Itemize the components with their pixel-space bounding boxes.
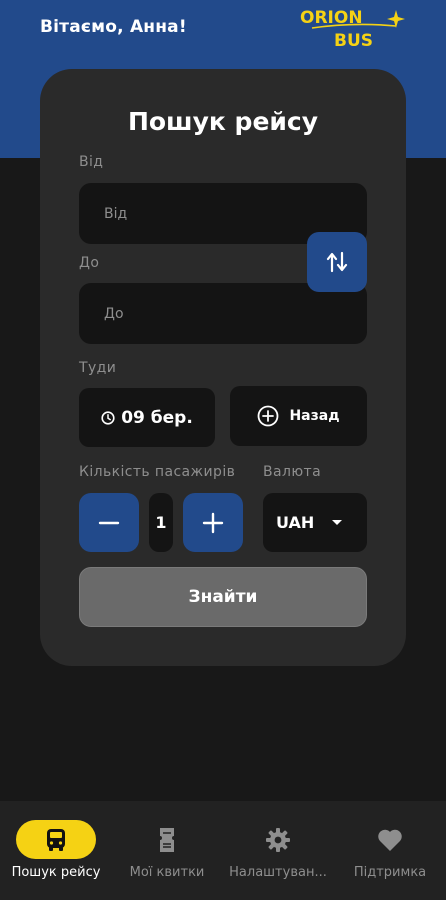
nav-item-support[interactable]: Підтримка (334, 801, 446, 900)
svg-text:BUS: BUS (334, 31, 373, 50)
plus-icon (202, 512, 224, 533)
currency-value: UAH (276, 513, 315, 532)
nav-item-settings[interactable]: Налаштуван... (222, 801, 334, 900)
depart-date-button[interactable]: 09 бер. (79, 388, 215, 447)
depart-date-value: 09 бер. (121, 407, 193, 428)
nav-label-search: Пошук рейсу (11, 865, 101, 880)
increase-passengers-button[interactable] (183, 493, 243, 552)
from-label: Від (79, 154, 104, 170)
nav-active-indicator (16, 820, 96, 859)
depart-label: Туди (79, 360, 117, 376)
nav-label-tickets: Мої квитки (129, 865, 205, 880)
passengers-count: 1 (149, 493, 173, 552)
nav-item-search[interactable]: Пошук рейсу (0, 801, 112, 900)
to-label: До (79, 255, 100, 271)
decrease-passengers-button[interactable] (79, 493, 139, 552)
nav-label-settings: Налаштуван... (229, 865, 327, 880)
find-button[interactable]: Знайти (79, 567, 367, 627)
search-card: Пошук рейсу Від До Туди 09 бер. Назад (40, 69, 406, 666)
return-label: Назад (289, 408, 340, 424)
swap-icon (326, 251, 348, 273)
gear-icon (266, 828, 290, 852)
bottom-navigation: Пошук рейсу Мої квитки Налаштуван... Під… (0, 801, 446, 900)
swap-locations-button[interactable] (307, 232, 367, 292)
tickets-icon (160, 828, 174, 852)
minus-icon (98, 521, 120, 524)
currency-select[interactable]: UAH (263, 493, 367, 552)
search-title: Пошук рейсу (127, 107, 319, 136)
greeting-text: Вітаємо, Анна! (40, 17, 187, 37)
add-circle-icon (258, 405, 279, 427)
heart-icon (378, 829, 402, 851)
add-return-button[interactable]: Назад (230, 386, 367, 446)
nav-item-tickets[interactable]: Мої квитки (111, 801, 223, 900)
orion-bus-logo: ORION BUS (300, 8, 405, 50)
currency-label: Валюта (263, 464, 322, 480)
caret-down-icon (332, 520, 343, 525)
app-screen: Вітаємо, Анна! ORION BUS Пошук рейсу Від… (0, 0, 446, 900)
clock-icon (101, 410, 115, 425)
bus-icon (47, 828, 65, 851)
to-input[interactable] (79, 283, 367, 344)
passengers-label: Кількість пасажирів (79, 464, 236, 480)
nav-label-support: Підтримка (353, 865, 427, 880)
